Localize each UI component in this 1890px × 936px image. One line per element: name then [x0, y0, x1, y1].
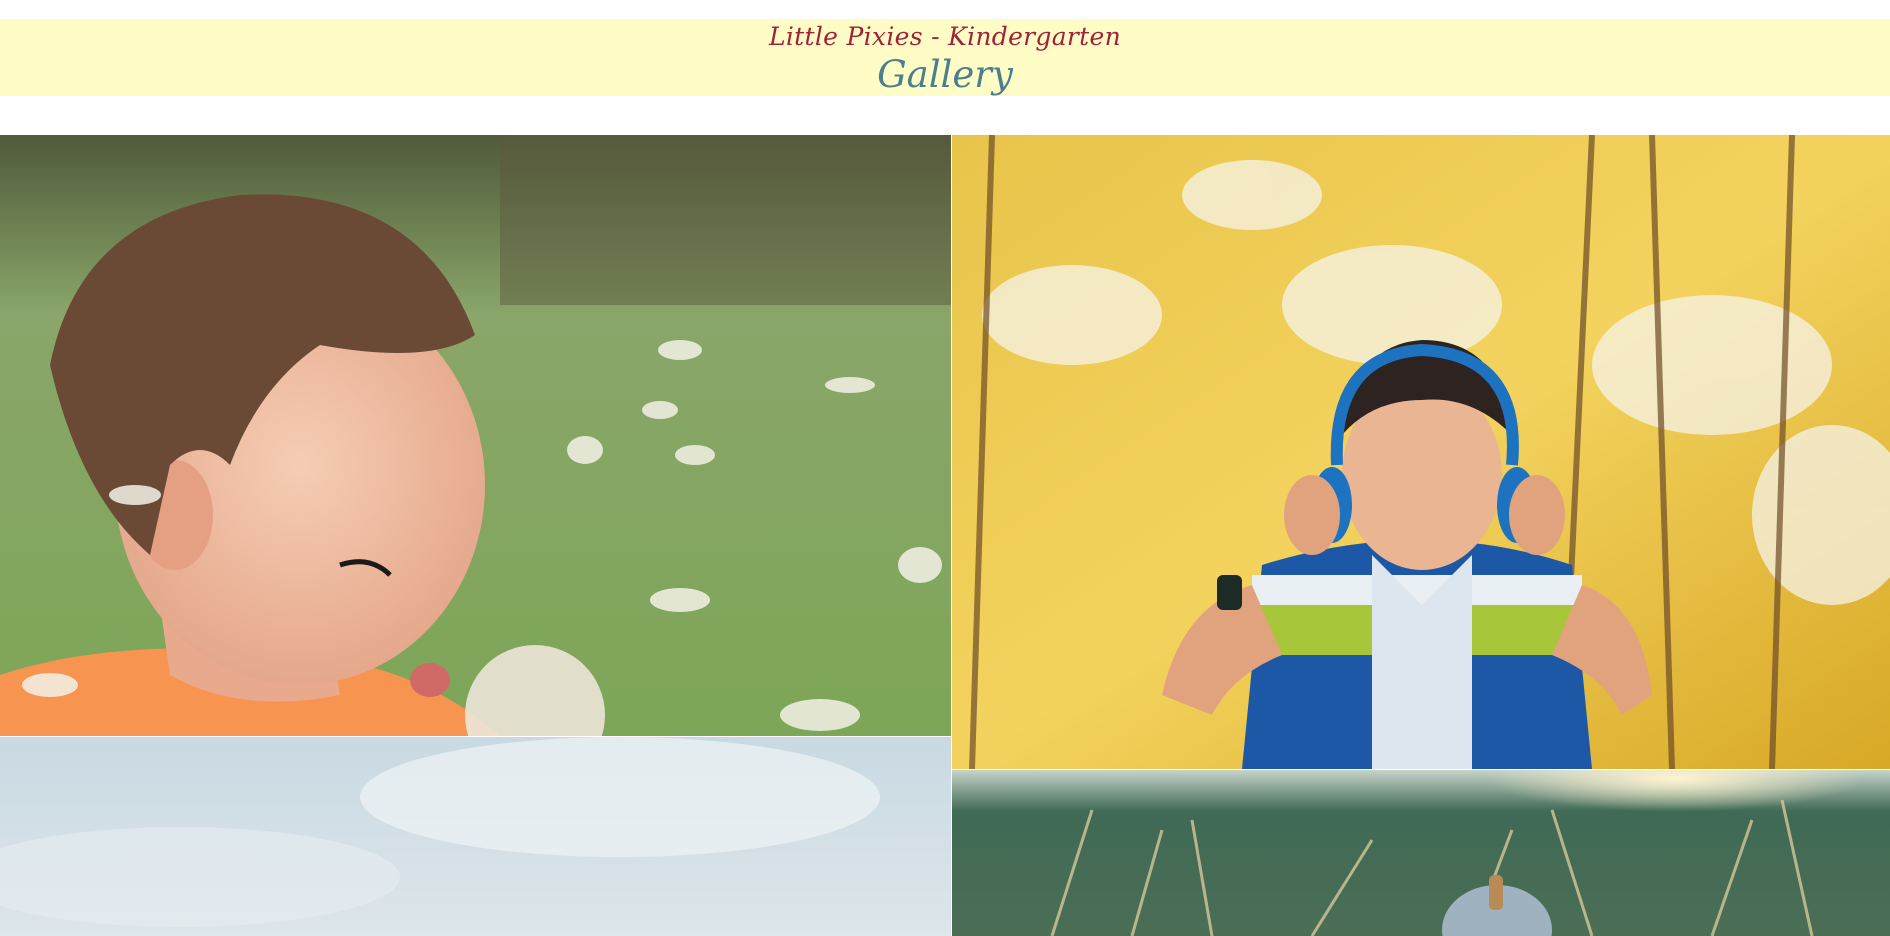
gallery-photo-headphones-boy[interactable] [952, 135, 1890, 769]
headphones-boy-image [952, 135, 1890, 769]
gallery-photo-sky[interactable] [0, 737, 951, 936]
page-title: Gallery [877, 53, 1013, 96]
grass-child-image [952, 770, 1890, 936]
sky-image [0, 737, 951, 936]
gallery-photo-grass-child[interactable] [952, 770, 1890, 936]
photo-gallery [0, 135, 1890, 936]
site-title[interactable]: Little Pixies - Kindergarten [0, 20, 1890, 54]
page-header: Little Pixies - Kindergarten Gallery [0, 19, 1890, 96]
gallery-photo-dandelion-boy[interactable] [0, 135, 951, 736]
dandelion-boy-image [0, 135, 951, 736]
